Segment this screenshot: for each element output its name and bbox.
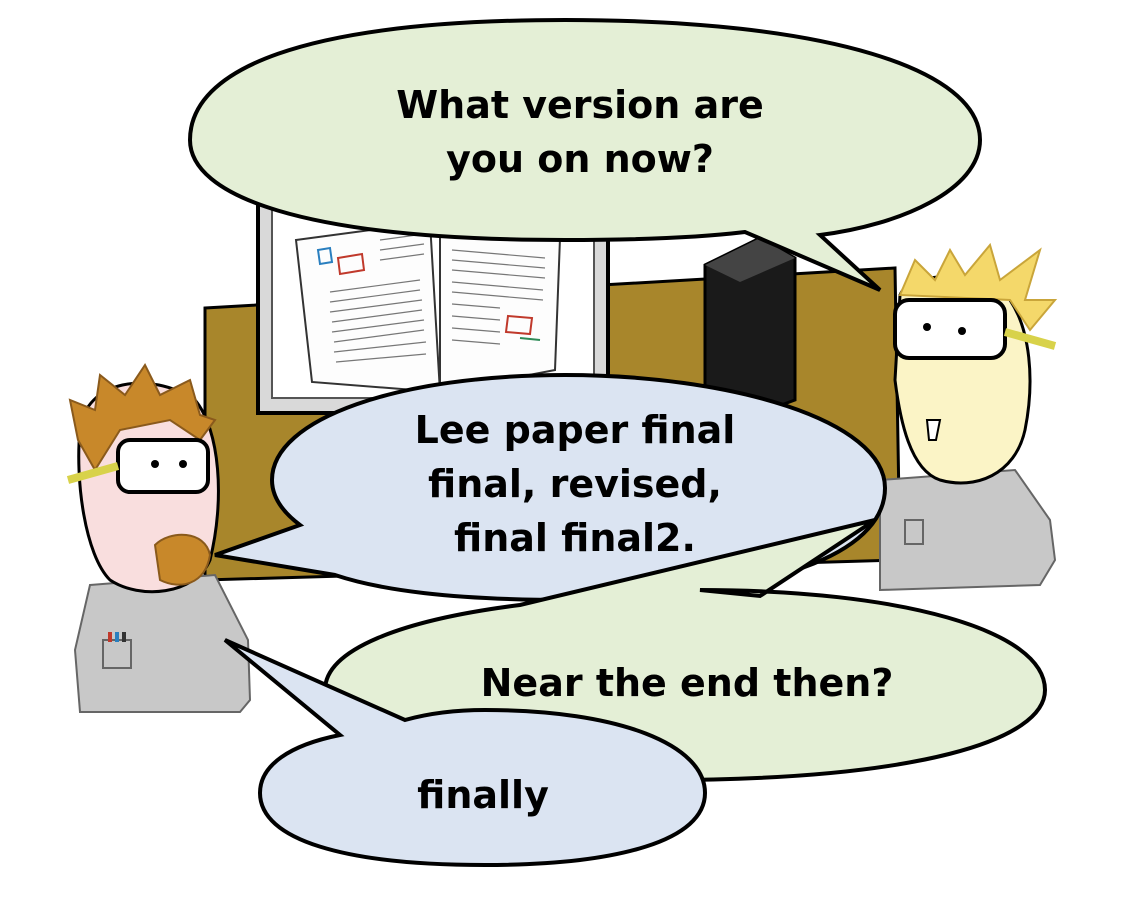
bubble-middle-left-line-1: Lee paper final — [415, 408, 736, 452]
comic-scene: What version are you on now? Lee paper f… — [66, 17, 1058, 868]
left-person-shirt — [73, 573, 252, 713]
bubble-middle-left-line-3: final final2. — [454, 516, 696, 560]
right-person-shirt — [879, 468, 1057, 592]
right-person — [879, 242, 1058, 592]
bubble-top-right-line-1: What version are — [396, 83, 763, 127]
bubble-top-right-line-2: you on now? — [446, 137, 714, 181]
bubble-bottom-left-line-1: finally — [417, 773, 549, 817]
open-paper-document — [294, 220, 562, 394]
bubble-lower-right-line-1: Near the end then? — [481, 661, 894, 705]
bubble-middle-left-line-2: final, revised, — [428, 462, 722, 506]
right-person-head — [893, 242, 1058, 485]
